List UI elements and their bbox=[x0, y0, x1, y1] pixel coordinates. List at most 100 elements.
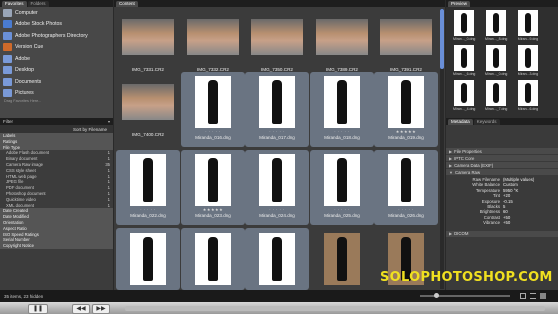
sort-label[interactable]: Sort by Filename bbox=[73, 127, 107, 132]
thumbnail-cell[interactable]: · · · · · Miranda_026.dng bbox=[374, 150, 438, 225]
view-grid-icon[interactable] bbox=[520, 293, 526, 299]
favorite-item[interactable]: Documents bbox=[0, 76, 113, 88]
thumbnail-image[interactable] bbox=[187, 19, 239, 55]
preview-image[interactable] bbox=[454, 80, 474, 106]
rating-stars[interactable]: · · · · · bbox=[116, 207, 180, 212]
thumbnail-cell[interactable]: ★★★★★ Miranda_023.dng bbox=[181, 150, 245, 225]
thumbnail-cell[interactable] bbox=[181, 228, 245, 290]
favorite-item[interactable]: Pictures bbox=[0, 88, 113, 100]
thumbnail-image[interactable] bbox=[130, 233, 166, 285]
thumbnail-image[interactable] bbox=[259, 76, 295, 128]
filter-category[interactable]: Copyright Notice bbox=[0, 243, 113, 249]
tab-preview[interactable]: Preview bbox=[448, 1, 471, 7]
metadata-section[interactable]: ▶ Camera Data (EXIF) bbox=[446, 162, 558, 168]
thumbnail-image[interactable] bbox=[324, 233, 360, 285]
thumbnail-cell[interactable] bbox=[245, 228, 309, 290]
thumbnail-cell[interactable]: · · · · · Miranda_017.dng bbox=[245, 72, 309, 147]
metadata-section[interactable]: ▶ IPTC Core bbox=[446, 155, 558, 161]
thumbnail-image[interactable] bbox=[324, 76, 360, 128]
thumbnail-cell[interactable]: · · · · · Miranda_024.dng bbox=[245, 150, 309, 225]
section-dicom[interactable]: ▶ DICOM bbox=[446, 230, 558, 237]
thumbnail-cell[interactable] bbox=[310, 228, 374, 290]
thumbnail-image[interactable] bbox=[259, 233, 295, 285]
scrollbar-thumb[interactable] bbox=[440, 9, 444, 69]
thumbnail-cell[interactable]: IMG_7400.CR2 bbox=[116, 72, 180, 147]
preview-image[interactable] bbox=[454, 10, 474, 36]
thumbnail-size-slider[interactable] bbox=[420, 293, 510, 298]
thumbnail-image[interactable] bbox=[195, 233, 231, 285]
rating-stars[interactable]: · · · · · bbox=[374, 207, 438, 212]
view-details-icon[interactable] bbox=[540, 293, 546, 299]
favorite-item[interactable]: Adobe bbox=[0, 53, 113, 65]
rating-stars[interactable]: ★★★★★ bbox=[374, 129, 438, 134]
thumbnail-image[interactable] bbox=[195, 76, 231, 128]
thumbnail-cell[interactable]: IMG_7391.CR2 bbox=[374, 7, 438, 82]
thumbnail-cell[interactable]: · · · · · Miranda_016.dng bbox=[181, 72, 245, 147]
pause-button[interactable]: ❚❚ bbox=[28, 304, 48, 314]
thumbnail-cell[interactable]: IMG_7350.CR2 bbox=[245, 7, 309, 82]
thumbnail-image[interactable] bbox=[251, 19, 303, 55]
favorite-item[interactable]: Adobe Photographers Directory bbox=[0, 30, 113, 42]
thumbnail-image[interactable] bbox=[195, 154, 231, 206]
thumbnail-cell[interactable]: · · · · · Miranda_025.dng bbox=[310, 150, 374, 225]
tab-filter[interactable]: Filter bbox=[3, 119, 13, 124]
preview-caption: Miran..._7.dng bbox=[485, 107, 508, 111]
tab-metadata[interactable]: Metadata bbox=[448, 119, 473, 125]
favorite-label: Pictures bbox=[15, 90, 34, 97]
thumbnail-filename: Miranda_025.dng bbox=[324, 213, 360, 218]
thumbnail-image[interactable] bbox=[388, 154, 424, 206]
thumbnail-cell[interactable]: IMG_7331.CR2 bbox=[116, 7, 180, 82]
slider-knob[interactable] bbox=[434, 293, 439, 298]
thumbnail-image[interactable] bbox=[324, 154, 360, 206]
progress-track[interactable] bbox=[125, 306, 545, 311]
rating-stars[interactable]: ★★★★★ bbox=[181, 207, 245, 212]
tab-favorites[interactable]: Favorites bbox=[2, 1, 27, 7]
sort-control[interactable]: Sort by Filename bbox=[0, 125, 113, 133]
thumbnail-image[interactable] bbox=[388, 76, 424, 128]
favorite-item[interactable]: Adobe Stock Photos bbox=[0, 19, 113, 31]
view-list-icon[interactable] bbox=[530, 293, 536, 299]
model-silhouette bbox=[401, 80, 411, 124]
preview-image[interactable] bbox=[486, 10, 506, 36]
thumbnail-cell[interactable] bbox=[116, 228, 180, 290]
thumbnail-cell[interactable]: IMG_7389.CR2 bbox=[310, 7, 374, 82]
thumbnail-cell[interactable]: · · · · · Miranda_022.dng bbox=[116, 150, 180, 225]
dicom-title: DICOM bbox=[454, 231, 469, 237]
player-bar: ❚❚ ◀◀ ▶▶ bbox=[0, 302, 558, 314]
section-camera-raw[interactable]: ▼ Camera Raw bbox=[446, 169, 558, 175]
preview-image[interactable] bbox=[518, 80, 538, 106]
favorite-item[interactable]: Computer bbox=[0, 7, 113, 19]
thumbnail-cell[interactable]: IMG_7332.CR2 bbox=[181, 7, 245, 82]
thumbnail-image[interactable] bbox=[380, 19, 432, 55]
thumbnail-cell[interactable]: · · · · · Miranda_018.dng bbox=[310, 72, 374, 147]
model-silhouette bbox=[337, 158, 347, 202]
tab-keywords[interactable]: Keywords bbox=[473, 119, 500, 125]
forward-button[interactable]: ▶▶ bbox=[92, 304, 110, 314]
thumbnail-image[interactable] bbox=[259, 154, 295, 206]
thumbnail-image[interactable] bbox=[122, 84, 174, 120]
preview-image[interactable] bbox=[454, 45, 474, 71]
rating-stars[interactable]: · · · · · bbox=[310, 207, 374, 212]
metadata-section[interactable]: ▶ File Properties bbox=[446, 148, 558, 154]
folder-icon bbox=[3, 54, 12, 63]
thumbnail-image[interactable] bbox=[316, 19, 368, 55]
preview-image[interactable] bbox=[518, 10, 538, 36]
thumbnail-cell[interactable]: ★★★★★ Miranda_019.dng bbox=[374, 72, 438, 147]
preview-image[interactable] bbox=[486, 45, 506, 71]
rating-stars[interactable]: · · · · · bbox=[181, 129, 245, 134]
rating-stars[interactable]: · · · · · bbox=[245, 129, 309, 134]
rating-stars[interactable]: · · · · · bbox=[245, 207, 309, 212]
thumbnail-image[interactable] bbox=[130, 154, 166, 206]
thumbnail-image[interactable] bbox=[122, 19, 174, 55]
model-silhouette bbox=[461, 48, 467, 68]
tab-folders[interactable]: Folders bbox=[27, 1, 49, 7]
content-scrollbar[interactable] bbox=[440, 9, 444, 289]
favorite-item[interactable]: Desktop bbox=[0, 65, 113, 77]
rating-stars[interactable]: · · · · · bbox=[310, 129, 374, 134]
rewind-button[interactable]: ◀◀ bbox=[72, 304, 90, 314]
filter-list: Labels Ratings File Type Adobe Flash docume… bbox=[0, 133, 113, 249]
favorite-item[interactable]: Version Cue bbox=[0, 42, 113, 54]
preview-image[interactable] bbox=[518, 45, 538, 71]
panel-menu-icon[interactable]: ▾ bbox=[108, 119, 110, 124]
preview-image[interactable] bbox=[486, 80, 506, 106]
